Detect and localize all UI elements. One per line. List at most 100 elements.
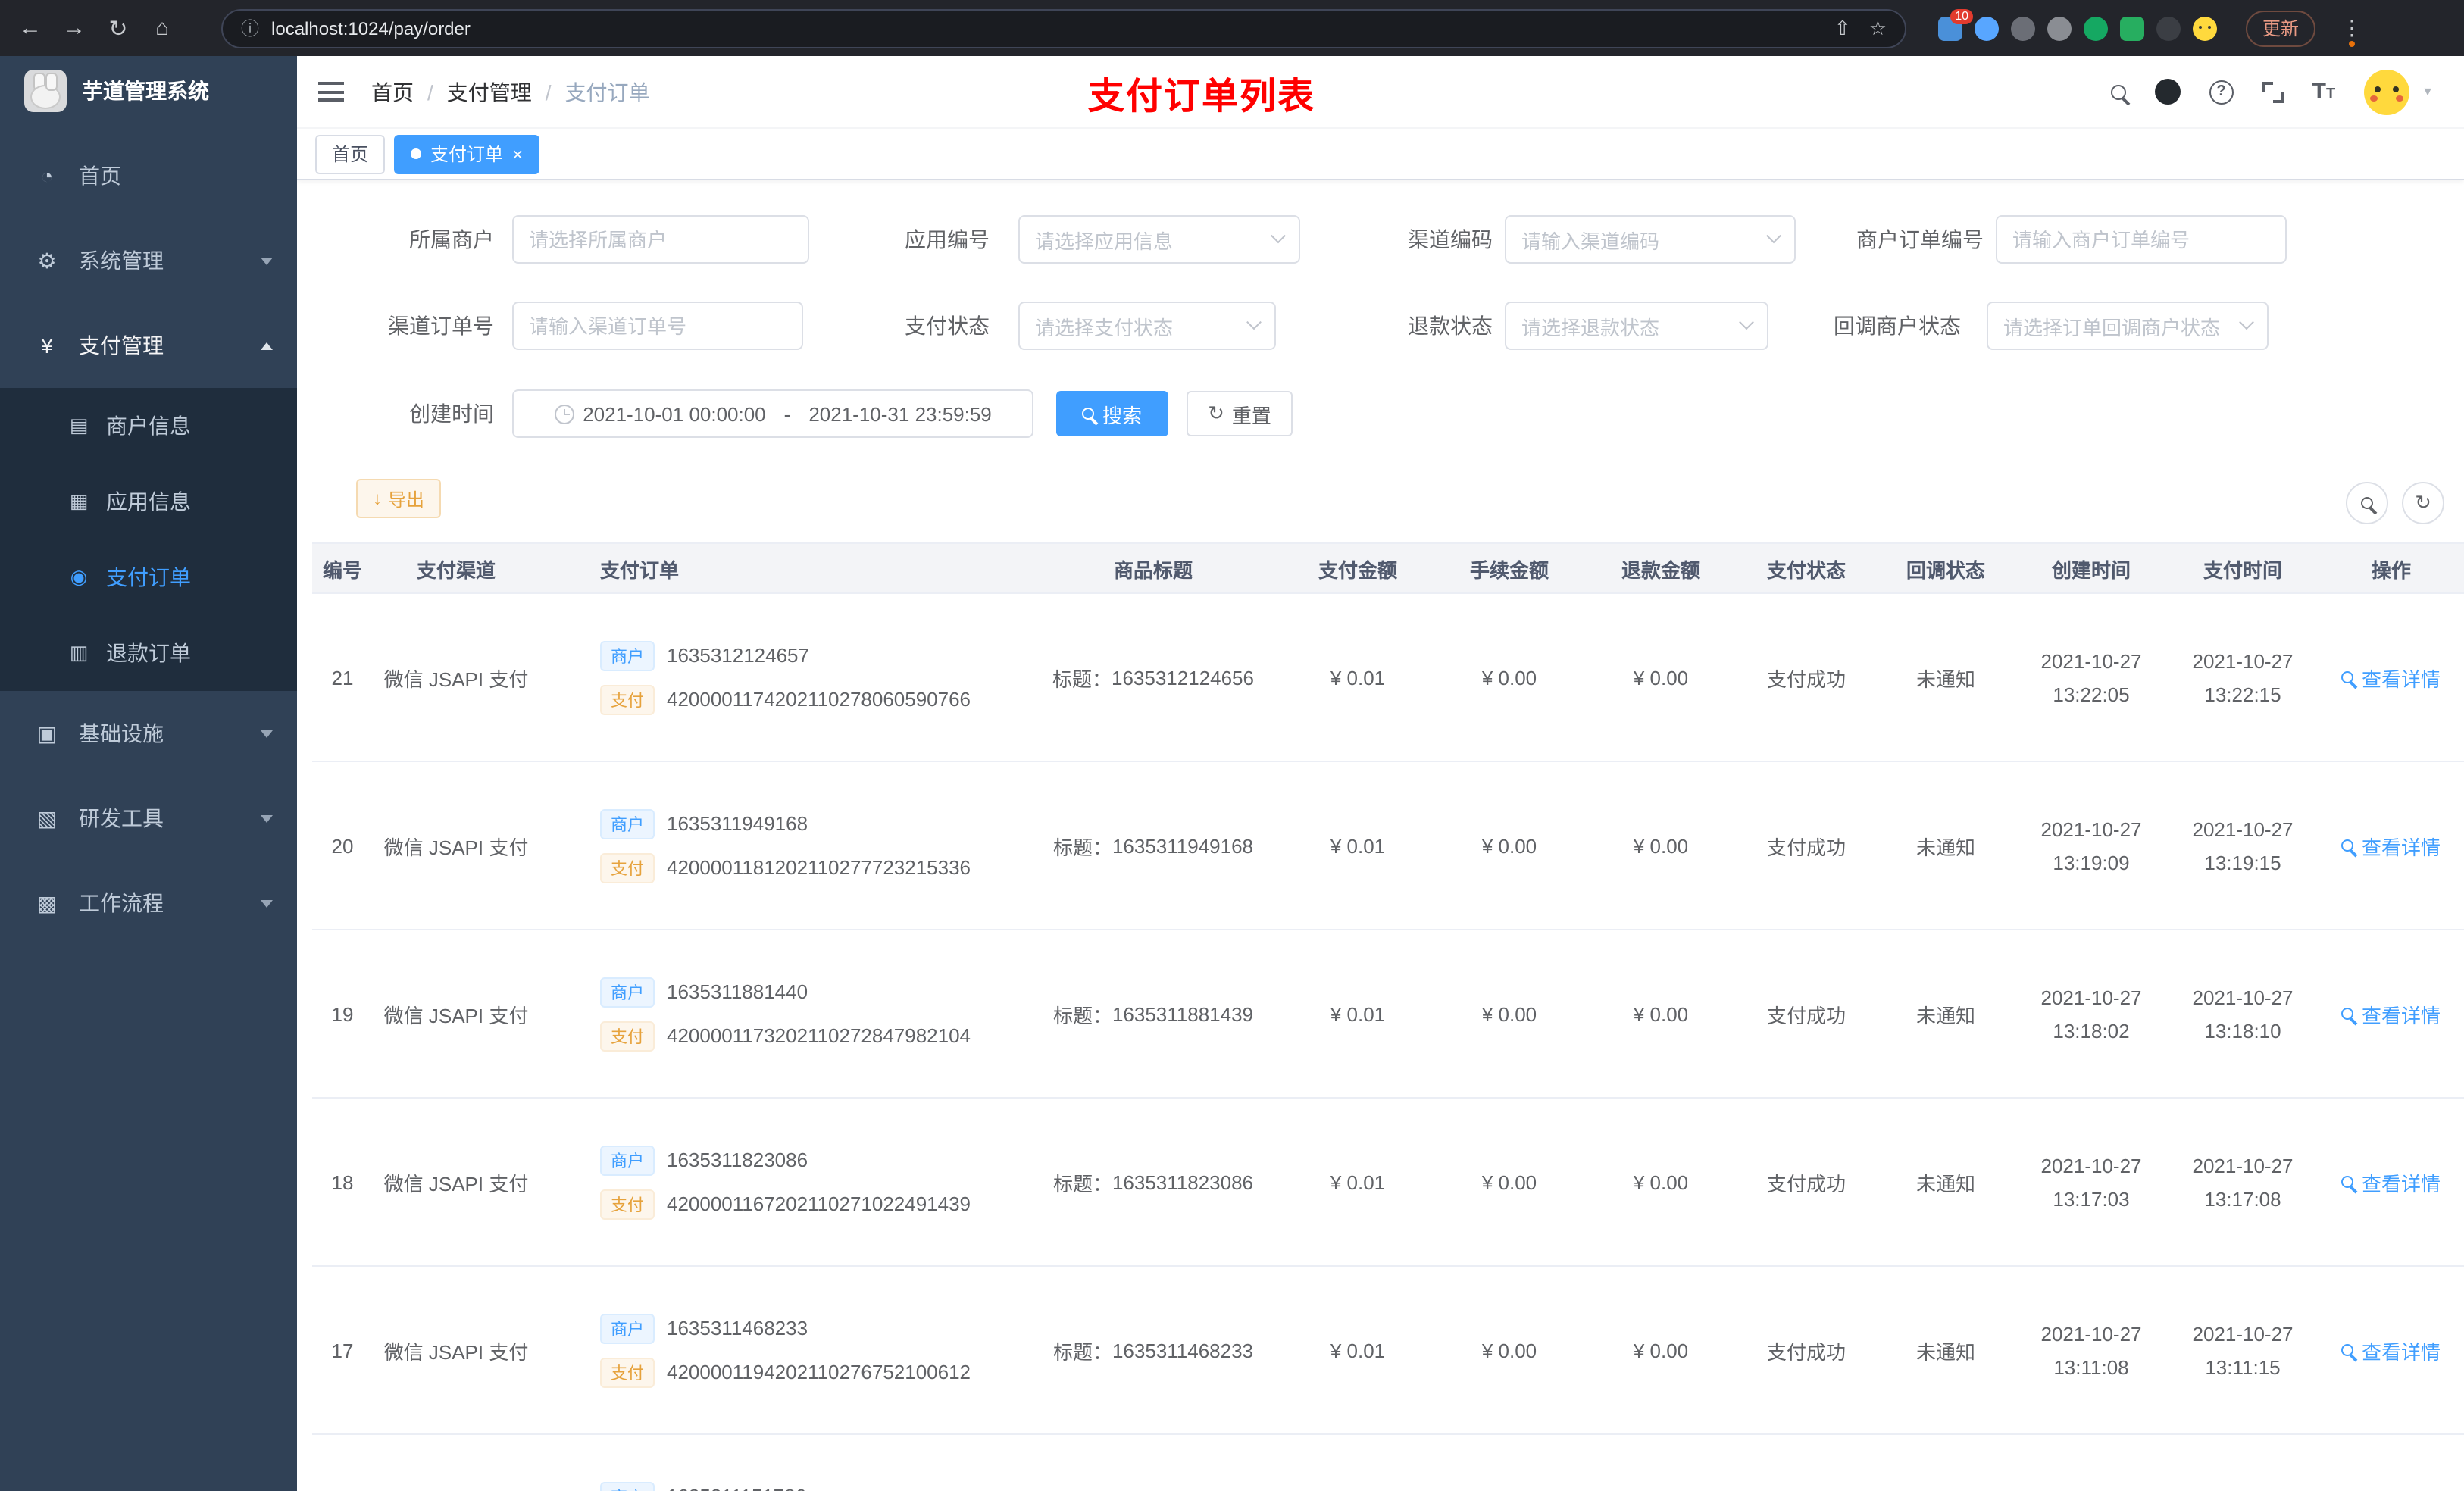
close-icon[interactable]: × (512, 145, 523, 163)
font-size-icon[interactable]: TT (2312, 79, 2336, 105)
forward-icon[interactable]: → (59, 15, 89, 41)
table-row: 20 微信 JSAPI 支付 商户 1635311949168 支付 42000… (312, 762, 2464, 930)
extension-icon[interactable] (2120, 16, 2144, 40)
cell-pay-time: 2021-10-27 13:19:15 (2167, 816, 2319, 875)
cell-pay-order: 商户 1635312124657 支付 42000011742021102780… (539, 640, 1024, 714)
profile-avatar-icon[interactable] (2193, 16, 2217, 40)
cell-create-time: 2021-10-27 13:17:03 (2015, 1152, 2167, 1211)
app-logo[interactable]: 芋道管理系统 (0, 56, 297, 126)
sidebar-item-system[interactable]: ⚙ 系统管理 (0, 218, 297, 303)
cell-refund: ¥ 0.00 (1633, 1002, 1689, 1025)
home-icon[interactable]: ⌂ (147, 15, 177, 41)
refund-status-select[interactable]: 请选择退款状态 (1505, 302, 1768, 350)
notify-status-label: 回调商户状态 (1834, 314, 1961, 338)
create-date: 2021-10-27 (2040, 817, 2142, 840)
refund-status-label: 退款状态 (1408, 314, 1493, 338)
bookmark-star-icon[interactable]: ☆ (1869, 16, 1887, 40)
tab-pay-order[interactable]: 支付订单 × (394, 134, 540, 173)
reload-icon[interactable]: ↻ (103, 14, 133, 42)
sidebar-toggle-icon[interactable] (318, 82, 344, 102)
app-title: 芋道管理系统 (82, 79, 209, 103)
extension-icon[interactable] (1975, 16, 1999, 40)
channel-order-no-field[interactable] (529, 314, 786, 337)
sidebar-item-app-info[interactable]: ▦ 应用信息 (0, 464, 297, 539)
cell-actions: 查看详情 (2319, 663, 2464, 692)
sidebar-item-pay-order[interactable]: ◉ 支付订单 (0, 539, 297, 615)
toggle-search-button[interactable] (2346, 482, 2388, 524)
pay-time: 13:19:15 (2204, 851, 2281, 874)
download-icon: ↓ (373, 488, 382, 509)
channel-order-no-input[interactable] (512, 302, 803, 350)
extension-icon[interactable] (2047, 16, 2072, 40)
tab-home[interactable]: 首页 (315, 134, 386, 173)
cell-status: 支付成功 (1766, 1004, 1846, 1027)
user-avatar[interactable] (2364, 69, 2410, 114)
search-button[interactable]: 搜索 (1056, 391, 1168, 436)
reset-button-label: 重置 (1231, 404, 1271, 427)
breadcrumb-payment[interactable]: 支付管理 (447, 77, 532, 107)
cell-id: 18 (331, 1171, 354, 1193)
sidebar-item-label: 支付订单 (106, 565, 191, 589)
extensions-area: 10 (1938, 8, 2217, 40)
merchant-order-no: 1635311881440 (667, 980, 808, 1003)
export-button[interactable]: ↓ 导出 (356, 479, 442, 518)
sidebar-item-label: 支付管理 (79, 333, 164, 358)
github-icon[interactable] (2154, 79, 2181, 105)
title-value: 1635311823086 (1112, 1171, 1254, 1193)
view-details-link[interactable]: 查看详情 (2341, 1336, 2441, 1364)
merchant-order-no: 1635311468233 (667, 1317, 808, 1339)
fullscreen-icon[interactable] (2262, 81, 2284, 102)
extension-icon[interactable]: 10 (1938, 8, 1973, 40)
devtools-icon: ▧ (36, 805, 58, 830)
search-icon[interactable] (2110, 84, 2126, 99)
sidebar-item-payment[interactable]: ¥ 支付管理 (0, 303, 297, 388)
page: ← → ↻ ⌂ ⓘ localhost:1024/pay/order ⇧ ☆ 1… (0, 0, 2464, 1491)
extension-icon[interactable] (2156, 16, 2181, 40)
back-icon[interactable]: ← (15, 15, 45, 41)
header-actions: ? TT ▼ (2110, 69, 2434, 114)
breadcrumb-home[interactable]: 首页 (371, 77, 414, 107)
browser-update-button[interactable]: 更新 (2246, 10, 2316, 46)
merchant-input-field[interactable] (529, 228, 793, 251)
pay-time: 13:22:15 (2204, 683, 2281, 705)
extension-icon[interactable] (2011, 16, 2035, 40)
sidebar-item-home[interactable]: ◔ 首页 (0, 133, 297, 218)
view-details-link[interactable]: 查看详情 (2341, 1167, 2441, 1196)
refresh-table-button[interactable]: ↻ (2402, 482, 2444, 524)
pay-status-select[interactable]: 请选择支付状态 (1018, 302, 1276, 350)
notify-status-select[interactable]: 请选择订单回调商户状态 (1987, 302, 2269, 350)
reset-button[interactable]: ↻ 重置 (1187, 391, 1293, 436)
pay-order-no: 4200001174202110278060590766 (667, 688, 971, 711)
view-details-link[interactable]: 查看详情 (2341, 831, 2441, 860)
sidebar-item-refund-order[interactable]: ▥ 退款订单 (0, 615, 297, 691)
create-time-range-picker[interactable]: 2021-10-01 00:00:00 - 2021-10-31 23:59:5… (512, 389, 1033, 438)
app-id-select[interactable]: 请选择应用信息 (1018, 215, 1300, 264)
url-bar[interactable]: ⓘ localhost:1024/pay/order ⇧ ☆ (221, 8, 1906, 48)
merchant-input[interactable] (512, 215, 809, 264)
chevron-up-icon (261, 342, 273, 349)
browser-menu-icon[interactable]: ⋮ (2341, 15, 2362, 41)
create-time: 13:18:02 (2053, 1019, 2130, 1042)
cell-channel: 微信 JSAPI 支付 (383, 667, 529, 690)
cell-status: 支付成功 (1766, 667, 1846, 690)
cell-amount: ¥ 0.01 (1330, 834, 1386, 857)
merchant-order-no-field[interactable] (2012, 228, 2270, 251)
sidebar-item-workflow[interactable]: ▩ 工作流程 (0, 861, 297, 946)
extension-icon[interactable] (2084, 16, 2108, 40)
share-icon[interactable]: ⇧ (1834, 16, 1851, 40)
sidebar-item-merchant-info[interactable]: ▤ 商户信息 (0, 388, 297, 464)
help-icon[interactable]: ? (2209, 80, 2234, 104)
info-icon[interactable]: ⓘ (241, 15, 259, 41)
view-details-link[interactable]: 查看详情 (2341, 999, 2441, 1028)
cell-fee: ¥ 0.00 (1481, 1171, 1537, 1193)
sidebar-item-devtools[interactable]: ▧ 研发工具 (0, 776, 297, 861)
refund-icon: ▥ (69, 641, 89, 664)
channel-code-select[interactable]: 请输入渠道编码 (1505, 215, 1796, 264)
merchant-icon: ▤ (69, 414, 89, 436)
sidebar-item-infra[interactable]: ▣ 基础设施 (0, 691, 297, 776)
view-details-link[interactable]: 查看详情 (2341, 663, 2441, 692)
pay-time: 13:18:10 (2204, 1019, 2281, 1042)
view-icon (2341, 839, 2354, 852)
merchant-order-no-input[interactable] (1996, 215, 2287, 264)
cell-pay-time: 2021-10-27 13:22:15 (2167, 648, 2319, 707)
